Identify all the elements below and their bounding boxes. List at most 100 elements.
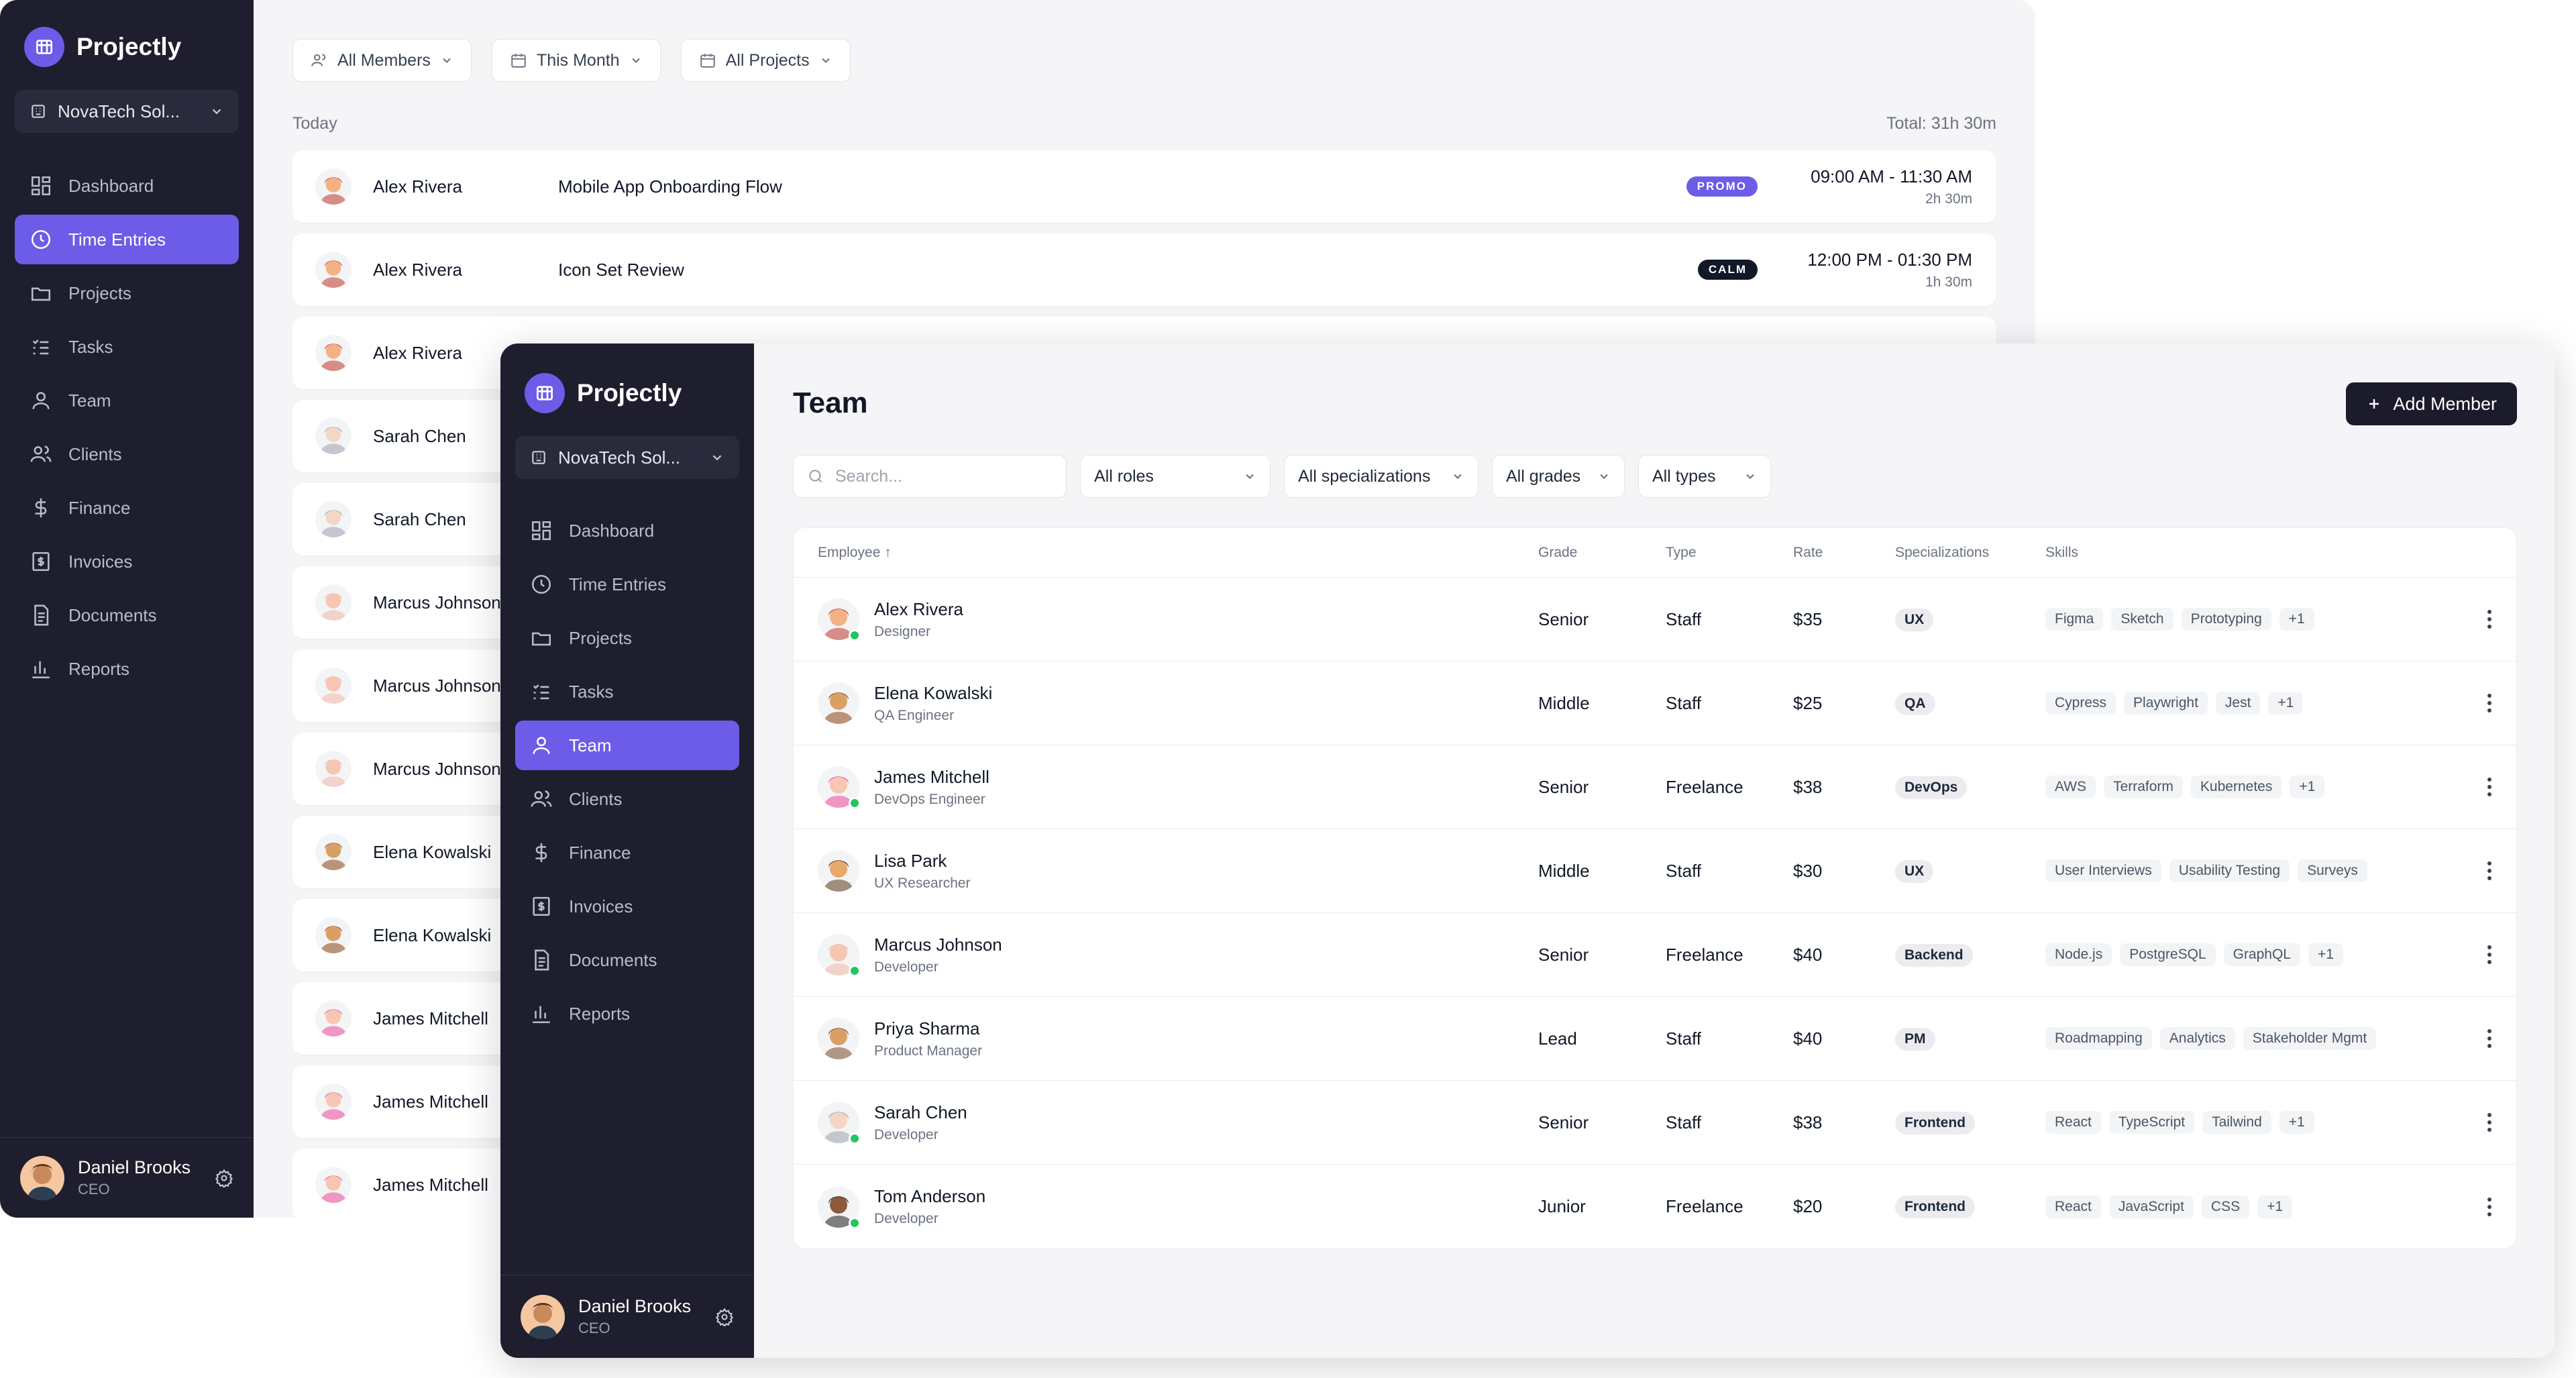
nav-clients[interactable]: Clients <box>15 429 239 479</box>
entry-time-range: 12:00 PM - 01:30 PM <box>1807 249 1972 270</box>
entry-time: 09:00 AM - 11:30 AM 2h 30m <box>1811 166 1972 207</box>
bar-chart-icon <box>533 1006 550 1024</box>
row-actions[interactable] <box>2463 610 2516 629</box>
nav-team[interactable]: Team <box>515 721 739 770</box>
avatar <box>315 584 352 621</box>
column-employee[interactable]: Employee ↑ <box>794 545 1538 561</box>
nav-dashboard[interactable]: Dashboard <box>515 506 739 555</box>
table-row[interactable]: Lisa Park UX Researcher Middle Staff $30 UX Us… <box>794 829 2516 913</box>
building-icon <box>532 451 545 464</box>
row-actions[interactable] <box>2463 1113 2516 1132</box>
nav-team[interactable]: Team <box>15 376 239 425</box>
table-row[interactable]: Priya Sharma Product Manager Lead Staff $40 P… <box>794 997 2516 1081</box>
more-vertical-icon[interactable] <box>2487 778 2491 796</box>
specializations-select[interactable]: All specializations <box>1284 455 1479 498</box>
grade-cell: Senior <box>1538 944 1589 965</box>
more-vertical-icon[interactable] <box>2487 694 2491 712</box>
nav-invoices[interactable]: Invoices <box>15 537 239 586</box>
more-vertical-icon[interactable] <box>2487 945 2491 964</box>
more-vertical-icon[interactable] <box>2487 861 2491 880</box>
table-row[interactable]: Marcus Johnson Developer Senior Freelance $4… <box>794 913 2516 997</box>
nav-tasks[interactable]: Tasks <box>515 667 739 717</box>
nav-time-entries[interactable]: Time Entries <box>515 560 739 609</box>
gear-icon[interactable] <box>215 1168 233 1187</box>
avatar <box>315 1083 352 1120</box>
row-actions[interactable] <box>2463 1029 2516 1048</box>
row-actions[interactable] <box>2463 778 2516 796</box>
nav-time-entries[interactable]: Time Entries <box>15 215 239 264</box>
tasks-icon <box>533 684 549 700</box>
logo[interactable]: Projectly <box>24 27 229 67</box>
entry-time: 12:00 PM - 01:30 PM 1h 30m <box>1807 250 1972 290</box>
user-role: CEO <box>578 1320 610 1336</box>
sidebar: Projectly NovaTech Sol... Dashboard Time… <box>500 343 754 1358</box>
table-row[interactable]: Elena Kowalski QA Engineer Middle Staff $25 Q… <box>794 661 2516 745</box>
more-vertical-icon[interactable] <box>2487 1113 2491 1132</box>
select-label: All roles <box>1094 466 1154 486</box>
nav-projects[interactable]: Projects <box>15 268 239 318</box>
avatar <box>315 834 352 870</box>
nav-finance[interactable]: Finance <box>15 483 239 533</box>
column-rate[interactable]: Rate <box>1793 545 1895 561</box>
column-specializations[interactable]: Specializations <box>1895 545 2045 561</box>
column-skills[interactable]: Skills <box>2045 545 2463 561</box>
types-select[interactable]: All types <box>1638 455 1771 498</box>
row-actions[interactable] <box>2463 945 2516 964</box>
org-selector[interactable]: NovaTech Sol... <box>15 90 239 133</box>
column-grade[interactable]: Grade <box>1538 545 1666 561</box>
table-row[interactable]: James Mitchell DevOps Engineer Senior Freel… <box>794 745 2516 829</box>
avatar <box>315 418 352 454</box>
user-profile[interactable]: Daniel Brooks CEO <box>0 1137 254 1218</box>
team-table: Employee ↑ Grade Type Rate Specializatio… <box>793 527 2517 1249</box>
nav-documents[interactable]: Documents <box>15 590 239 640</box>
nav-documents[interactable]: Documents <box>515 935 739 985</box>
skill-chip: Jest <box>2215 692 2261 714</box>
filter-label: All Members <box>337 50 431 70</box>
user-profile[interactable]: Daniel Brooks CEO <box>500 1275 754 1358</box>
nav-invoices[interactable]: Invoices <box>515 882 739 931</box>
table-row[interactable]: Alex Rivera Designer Senior Staff $35 UX Figma… <box>794 578 2516 661</box>
nav-projects[interactable]: Projects <box>515 613 739 663</box>
bar-chart-icon <box>32 661 50 679</box>
search-input[interactable]: Search... <box>793 455 1067 498</box>
row-actions[interactable] <box>2463 1197 2516 1216</box>
nav-reports[interactable]: Reports <box>515 989 739 1039</box>
user-name: Daniel Brooks <box>78 1157 191 1177</box>
roles-select[interactable]: All roles <box>1080 455 1271 498</box>
logo[interactable]: Projectly <box>525 373 730 413</box>
nav-label: Dashboard <box>569 520 655 541</box>
type-cell: Staff <box>1666 692 1702 713</box>
chevron-down-icon <box>631 58 640 63</box>
time-entry-row[interactable]: Alex Rivera Icon Set Review CALM 12:00 PM -… <box>292 233 1996 306</box>
add-member-button[interactable]: Add Member <box>2346 382 2517 425</box>
time-entry-row[interactable]: Alex Rivera Mobile App Onboarding Flow PRO… <box>292 150 1996 223</box>
nav-reports[interactable]: Reports <box>15 644 239 694</box>
skills-cell: User Interviews Usability Testing Surveys <box>2045 859 2463 882</box>
more-vertical-icon[interactable] <box>2487 1029 2491 1048</box>
members-filter[interactable]: All Members <box>292 39 472 82</box>
grades-select[interactable]: All grades <box>1492 455 1625 498</box>
skill-chip: Prototyping <box>2181 608 2271 631</box>
specialization-badge: Frontend <box>1895 1111 1975 1134</box>
nav-finance[interactable]: Finance <box>515 828 739 878</box>
employee-role: QA Engineer <box>874 707 955 723</box>
grade-cell: Senior <box>1538 1112 1589 1132</box>
nav-dashboard[interactable]: Dashboard <box>15 161 239 211</box>
date-filter[interactable]: This Month <box>491 39 661 82</box>
row-actions[interactable] <box>2463 861 2516 880</box>
dollar-icon <box>35 498 47 518</box>
entry-tag: PROMO <box>1686 176 1758 197</box>
column-type[interactable]: Type <box>1666 545 1793 561</box>
more-vertical-icon[interactable] <box>2487 610 2491 629</box>
table-row[interactable]: Tom Anderson Developer Junior Freelance $20 F… <box>794 1165 2516 1249</box>
nav-tasks[interactable]: Tasks <box>15 322 239 372</box>
table-row[interactable]: Sarah Chen Developer Senior Staff $38 Fronten… <box>794 1081 2516 1165</box>
row-actions[interactable] <box>2463 694 2516 712</box>
search-placeholder: Search... <box>835 466 903 486</box>
gear-icon[interactable] <box>715 1307 734 1326</box>
nav-clients[interactable]: Clients <box>515 774 739 824</box>
rate-cell: $25 <box>1793 692 1823 713</box>
projects-filter[interactable]: All Projects <box>680 39 851 82</box>
more-vertical-icon[interactable] <box>2487 1197 2491 1216</box>
org-selector[interactable]: NovaTech Sol... <box>515 436 739 479</box>
